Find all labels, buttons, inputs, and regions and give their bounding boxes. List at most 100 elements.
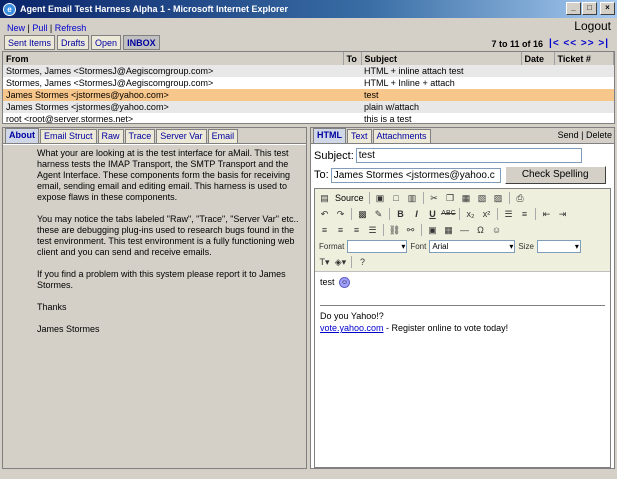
help-icon[interactable]: ?	[355, 255, 370, 269]
bullet-list-icon[interactable]: ≡	[517, 207, 532, 221]
cell-subject: test	[361, 89, 521, 101]
smiley-icon[interactable]: ☺	[489, 223, 504, 237]
new-link[interactable]: New	[7, 23, 25, 33]
pull-link[interactable]: Pull	[32, 23, 47, 33]
check-spelling-button[interactable]: Check Spelling	[504, 166, 606, 184]
maximize-button[interactable]: □	[582, 2, 597, 15]
background-color-icon[interactable]: ◈▾	[333, 255, 348, 269]
redo-icon[interactable]: ↷	[333, 207, 348, 221]
link-icon[interactable]: ⛓	[387, 223, 402, 237]
about-paragraph: If you find a problem with this system p…	[37, 269, 286, 290]
cut-icon[interactable]: ✂	[427, 191, 442, 205]
paste-icon[interactable]: ▦	[459, 191, 474, 205]
cell-subject: plain w/attach	[361, 101, 521, 113]
table-row-selected[interactable]: James Stormes <jstormes@yahoo.com> test	[3, 89, 614, 101]
cell-from: James Stormes <jstormes@yahoo.com>	[3, 89, 343, 101]
justify-icon[interactable]: ☰	[365, 223, 380, 237]
subject-label: Subject:	[314, 149, 354, 162]
strikethrough-icon[interactable]: ABC	[441, 207, 456, 221]
subject-field[interactable]: test	[355, 148, 582, 163]
preview-icon[interactable]: ▥	[405, 191, 420, 205]
column-to[interactable]: To	[343, 52, 362, 65]
editor-content[interactable]: test ☺ Do you Yahoo!? vote.yahoo.com - R…	[315, 272, 610, 462]
special-char-icon[interactable]: Ω	[473, 223, 488, 237]
subscript-icon[interactable]: x₂	[463, 207, 478, 221]
underline-icon[interactable]: U	[425, 207, 440, 221]
to-label: To:	[314, 169, 329, 181]
close-button[interactable]: ×	[600, 2, 615, 15]
send-delete-links[interactable]: Send | Delete	[558, 130, 612, 140]
print-icon[interactable]: ⎙	[513, 191, 528, 205]
folder-drafts[interactable]: Drafts	[57, 35, 90, 50]
cell-subject: HTML + inline attach test	[361, 65, 521, 77]
image-icon[interactable]: ▣	[425, 223, 440, 237]
tab-raw[interactable]: Raw	[97, 129, 124, 143]
italic-icon[interactable]: I	[409, 207, 424, 221]
signature-divider	[320, 305, 605, 307]
size-select[interactable]	[536, 239, 581, 253]
paging-nav[interactable]: |< << >> >|	[549, 38, 609, 49]
new-page-icon[interactable]: □	[389, 191, 404, 205]
source-icon[interactable]: ▤	[317, 191, 332, 205]
tab-about[interactable]: About	[5, 128, 39, 143]
vote-link[interactable]: vote.yahoo.com	[320, 323, 384, 333]
window-title: Agent Email Test Harness Alpha 1 - Micro…	[20, 4, 289, 14]
refresh-link[interactable]: Refresh	[55, 23, 87, 33]
cell-from: root <root@server.stormes.net>	[6, 114, 134, 124]
column-ticket[interactable]: Ticket #	[554, 52, 614, 65]
tab-attachments[interactable]: Attachments	[372, 129, 431, 143]
tab-html[interactable]: HTML	[313, 128, 346, 143]
paste-word-icon[interactable]: ▨	[491, 191, 506, 205]
save-icon[interactable]: ▣	[373, 191, 388, 205]
column-from[interactable]: From	[3, 52, 344, 65]
format-select[interactable]	[347, 239, 408, 253]
about-paragraph: James Stormes	[37, 324, 100, 334]
paste-text-icon[interactable]: ▧	[475, 191, 490, 205]
font-select[interactable]: Arial	[429, 239, 516, 253]
ie-icon: e	[3, 2, 16, 16]
column-subject[interactable]: Subject	[361, 52, 522, 65]
align-left-icon[interactable]: ≡	[317, 223, 332, 237]
superscript-icon[interactable]: x²	[479, 207, 494, 221]
column-date[interactable]: Date	[521, 52, 555, 65]
source-button[interactable]: Source	[333, 193, 366, 203]
table-row[interactable]: root <root@server.stormes.net> this is a…	[3, 113, 614, 125]
tab-text[interactable]: Text	[347, 129, 372, 143]
tab-server-var[interactable]: Server Var	[156, 129, 207, 143]
tab-email-struct[interactable]: Email Struct	[40, 129, 97, 143]
numbered-list-icon[interactable]: ☰	[501, 207, 516, 221]
folder-inbox[interactable]: INBOX	[123, 35, 160, 50]
folder-open[interactable]: Open	[91, 35, 122, 50]
select-all-icon[interactable]: ▩	[355, 207, 370, 221]
body-text: test	[320, 277, 335, 287]
tab-email[interactable]: Email	[207, 129, 239, 143]
indent-icon[interactable]: ⇥	[555, 207, 570, 221]
unlink-icon[interactable]: ⚯	[403, 223, 418, 237]
align-right-icon[interactable]: ≡	[349, 223, 364, 237]
folder-sent-items[interactable]: Sent Items	[4, 35, 56, 50]
info-pane: About Email Struct Raw Trace Server Var …	[2, 127, 307, 469]
tab-trace[interactable]: Trace	[124, 129, 156, 143]
bold-icon[interactable]: B	[393, 207, 408, 221]
copy-icon[interactable]: ❐	[443, 191, 458, 205]
smiley-emoticon-icon: ☺	[339, 277, 351, 289]
table-row[interactable]: Stormes, James <StormesJ@Aegiscomgroup.c…	[3, 65, 614, 77]
text-color-icon[interactable]: T▾	[317, 255, 332, 269]
undo-icon[interactable]: ↶	[317, 207, 332, 221]
logout-link[interactable]: Logout	[574, 19, 611, 33]
about-paragraph: Thanks	[37, 302, 67, 312]
paging: 7 to 11 of 16 |< << >> >|	[491, 38, 609, 49]
outdent-icon[interactable]: ⇤	[539, 207, 554, 221]
cell-from: Stormes, James <StormesJ@Aegiscomgroup.c…	[3, 65, 343, 77]
about-paragraph: What your are looking at is the test int…	[37, 148, 290, 202]
editor-toolbar: ▤ Source ▣ □ ▥ ✂ ❐ ▦ ▧ ▨ ⎙ ↶ ↷ ▩ ✎ B I U…	[315, 189, 610, 272]
horizontal-rule-icon[interactable]: ―	[457, 223, 472, 237]
table-row[interactable]: James Stormes <jstormes@yahoo.com> plain…	[3, 101, 614, 113]
table-row[interactable]: Stormes, James <StormesJ@Aegiscomgroup.c…	[3, 77, 614, 89]
eraser-icon[interactable]: ✎	[371, 207, 386, 221]
to-field[interactable]: James Stormes <jstormes@yahoo.c	[330, 167, 501, 183]
align-center-icon[interactable]: ≡	[333, 223, 348, 237]
separator: |	[49, 23, 53, 33]
table-icon[interactable]: ▦	[441, 223, 456, 237]
minimize-button[interactable]: _	[566, 2, 581, 15]
